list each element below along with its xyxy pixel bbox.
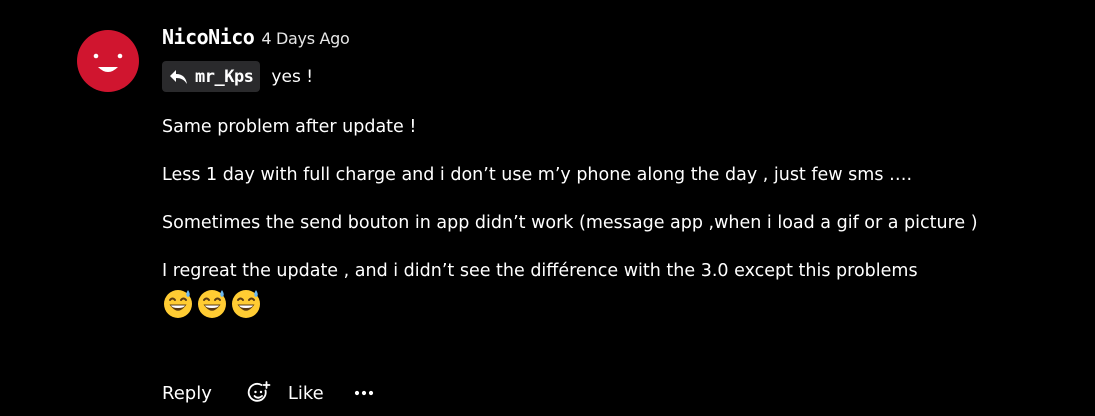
reply-context: mr_Kps yes ! — [162, 61, 313, 92]
comment-paragraph: Same problem after update ! — [162, 117, 417, 137]
comment-paragraph: Sometimes the send bouton in app didn’t … — [162, 213, 978, 233]
timestamp[interactable]: 4 Days Ago — [261, 29, 349, 48]
like-button[interactable]: Like — [288, 383, 324, 404]
quoted-user-chip[interactable]: mr_Kps — [162, 61, 261, 92]
comment-body: Same problem after update ! Less 1 day w… — [162, 113, 1032, 319]
grinning-sweat-emoji — [230, 287, 262, 319]
comment-header: NicoNico 4 Days Ago — [162, 25, 350, 53]
quoted-username: mr_Kps — [195, 66, 254, 87]
comment-paragraph: Less 1 day with full charge and i don’t … — [162, 165, 913, 185]
grinning-sweat-emoji — [196, 287, 228, 319]
comment-paragraph-with-emoji: I regreat the update , and i didn’t see … — [162, 257, 1032, 319]
comment-paragraph: I regreat the update , and i didn’t see … — [162, 261, 918, 281]
reply-snippet: yes ! — [271, 66, 314, 87]
emoji-row — [162, 287, 1032, 319]
avatar[interactable] — [77, 30, 139, 92]
smiley-face-icon — [93, 53, 123, 72]
more-dots-icon[interactable] — [354, 389, 374, 397]
add-reaction-icon[interactable] — [247, 381, 271, 405]
author-name[interactable]: NicoNico — [162, 25, 255, 49]
reply-arrow-icon — [170, 69, 187, 84]
comment: NicoNico 4 Days Ago mr_Kps yes ! Same pr… — [0, 0, 1095, 416]
comment-actions: Reply Like — [162, 378, 374, 408]
grinning-sweat-emoji — [162, 287, 194, 319]
reply-button[interactable]: Reply — [162, 383, 212, 404]
